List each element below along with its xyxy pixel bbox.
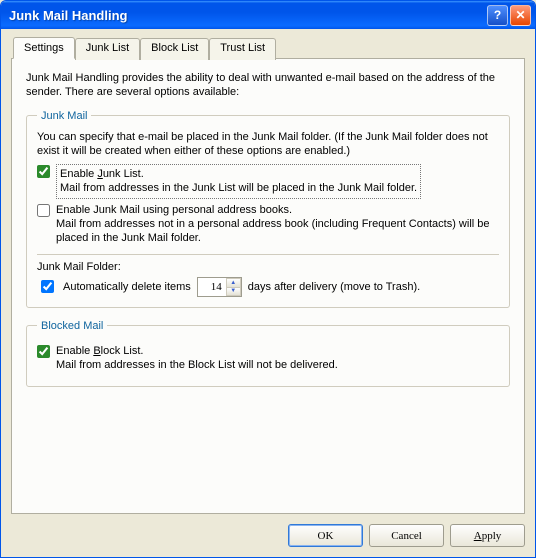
tab-settings[interactable]: Settings xyxy=(13,37,75,59)
close-button[interactable]: ✕ xyxy=(510,5,531,26)
junk-mail-legend: Junk Mail xyxy=(37,110,91,122)
spinner-up[interactable]: ▲ xyxy=(227,278,241,287)
enable-personal-ab-sub: Mail from addresses not in a personal ad… xyxy=(56,218,490,244)
tab-junk-list[interactable]: Junk List xyxy=(75,38,140,60)
window-title: Junk Mail Handling xyxy=(9,8,487,23)
dialog-window: Junk Mail Handling ? ✕ Settings Junk Lis… xyxy=(0,0,536,558)
junk-mail-description: You can specify that e-mail be placed in… xyxy=(37,130,499,159)
enable-block-list-row: Enable Block List. Mail from addresses i… xyxy=(37,344,499,373)
help-button[interactable]: ? xyxy=(487,5,508,26)
blocked-mail-legend: Blocked Mail xyxy=(37,320,107,332)
tab-trust-list[interactable]: Trust List xyxy=(209,38,276,60)
days-spinner: ▲ ▼ xyxy=(197,277,242,297)
intro-text: Junk Mail Handling provides the ability … xyxy=(26,71,510,100)
auto-delete-suffix: days after delivery (move to Trash). xyxy=(248,281,420,293)
spinner-down[interactable]: ▼ xyxy=(227,287,241,296)
spinner-buttons: ▲ ▼ xyxy=(226,278,241,296)
auto-delete-checkbox[interactable] xyxy=(41,280,54,293)
enable-personal-ab-row: Enable Junk Mail using personal address … xyxy=(37,203,499,246)
titlebar-buttons: ? ✕ xyxy=(487,5,531,26)
tab-block-list[interactable]: Block List xyxy=(140,38,209,60)
days-input[interactable] xyxy=(198,278,226,296)
dialog-buttons: OK Cancel Apply xyxy=(11,514,525,547)
cancel-button[interactable]: Cancel xyxy=(369,524,444,547)
enable-personal-ab-checkbox[interactable] xyxy=(37,204,50,217)
enable-junk-list-sub: Mail from addresses in the Junk List wil… xyxy=(60,182,417,194)
apply-button[interactable]: Apply xyxy=(450,524,525,547)
junk-mail-group: Junk Mail You can specify that e-mail be… xyxy=(26,110,510,308)
ok-button[interactable]: OK xyxy=(288,524,363,547)
enable-junk-list-label[interactable]: Enable Junk List. Mail from addresses in… xyxy=(56,164,421,199)
enable-block-list-checkbox[interactable] xyxy=(37,345,50,358)
tab-container: Settings Junk List Block List Trust List… xyxy=(11,37,525,514)
blocked-mail-group: Blocked Mail Enable Block List. Mail fro… xyxy=(26,320,510,388)
close-icon: ✕ xyxy=(515,8,525,22)
enable-junk-list-row: Enable Junk List. Mail from addresses in… xyxy=(37,164,499,199)
junk-folder-label: Junk Mail Folder: xyxy=(37,261,499,273)
divider xyxy=(37,254,499,255)
help-icon: ? xyxy=(494,8,501,22)
tab-panel-settings: Junk Mail Handling provides the ability … xyxy=(11,58,525,514)
auto-delete-row: Automatically delete items ▲ ▼ days afte… xyxy=(37,277,499,297)
enable-personal-ab-label[interactable]: Enable Junk Mail using personal address … xyxy=(56,203,499,246)
enable-block-list-label[interactable]: Enable Block List. Mail from addresses i… xyxy=(56,344,338,373)
enable-junk-list-checkbox[interactable] xyxy=(37,165,50,178)
enable-block-list-sub: Mail from addresses in the Block List wi… xyxy=(56,359,338,371)
tab-strip: Settings Junk List Block List Trust List xyxy=(11,37,525,59)
titlebar[interactable]: Junk Mail Handling ? ✕ xyxy=(1,1,535,29)
client-area: Settings Junk List Block List Trust List… xyxy=(1,29,535,557)
auto-delete-label[interactable]: Automatically delete items xyxy=(63,281,191,293)
